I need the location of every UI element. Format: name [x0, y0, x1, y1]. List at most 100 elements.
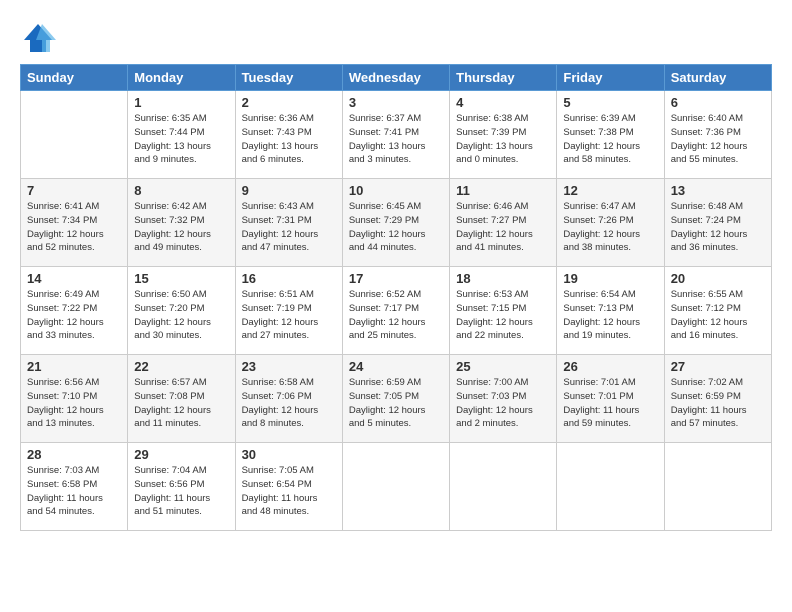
day-info: Sunrise: 6:54 AMSunset: 7:13 PMDaylight:… — [563, 288, 657, 343]
day-number: 3 — [349, 95, 443, 110]
day-cell: 5 Sunrise: 6:39 AMSunset: 7:38 PMDaylight… — [557, 91, 664, 179]
weekday-header-tuesday: Tuesday — [235, 65, 342, 91]
day-number: 17 — [349, 271, 443, 286]
day-number: 12 — [563, 183, 657, 198]
day-number: 22 — [134, 359, 228, 374]
day-cell: 16Sunrise: 6:51 AMSunset: 7:19 PMDayligh… — [235, 267, 342, 355]
day-number: 4 — [456, 95, 550, 110]
day-info: Sunrise: 6:45 AMSunset: 7:29 PMDaylight:… — [349, 200, 443, 255]
day-info: Sunrise: 7:01 AMSunset: 7:01 PMDaylight:… — [563, 376, 657, 431]
day-info: Sunrise: 6:55 AMSunset: 7:12 PMDaylight:… — [671, 288, 765, 343]
day-number: 21 — [27, 359, 121, 374]
day-info: Sunrise: 6:36 AMSunset: 7:43 PMDaylight:… — [242, 112, 336, 167]
day-number: 1 — [134, 95, 228, 110]
day-info: Sunrise: 7:05 AMSunset: 6:54 PMDaylight:… — [242, 464, 336, 519]
day-cell: 30 Sunrise: 7:05 AMSunset: 6:54 PMDayligh… — [235, 443, 342, 531]
day-info: Sunrise: 6:43 AMSunset: 7:31 PMDaylight:… — [242, 200, 336, 255]
day-number: 15 — [134, 271, 228, 286]
day-number: 11 — [456, 183, 550, 198]
week-row-2: 7Sunrise: 6:41 AMSunset: 7:34 PMDaylight… — [21, 179, 772, 267]
week-row-4: 21 Sunrise: 6:56 AMSunset: 7:10 PMDayligh… — [21, 355, 772, 443]
day-cell: 15 Sunrise: 6:50 AMSunset: 7:20 PMDayligh… — [128, 267, 235, 355]
day-info: Sunrise: 6:40 AMSunset: 7:36 PMDaylight:… — [671, 112, 765, 167]
weekday-header-thursday: Thursday — [450, 65, 557, 91]
weekday-header-monday: Monday — [128, 65, 235, 91]
day-info: Sunrise: 6:50 AMSunset: 7:20 PMDaylight:… — [134, 288, 228, 343]
day-info: Sunrise: 6:47 AMSunset: 7:26 PMDaylight:… — [563, 200, 657, 255]
day-cell: 19 Sunrise: 6:54 AMSunset: 7:13 PMDayligh… — [557, 267, 664, 355]
day-cell: 24Sunrise: 6:59 AMSunset: 7:05 PMDayligh… — [342, 355, 449, 443]
day-cell: 20 Sunrise: 6:55 AMSunset: 7:12 PMDayligh… — [664, 267, 771, 355]
day-number: 14 — [27, 271, 121, 286]
day-cell: 23 Sunrise: 6:58 AMSunset: 7:06 PMDayligh… — [235, 355, 342, 443]
weekday-header-friday: Friday — [557, 65, 664, 91]
day-info: Sunrise: 6:56 AMSunset: 7:10 PMDaylight:… — [27, 376, 121, 431]
week-row-5: 28 Sunrise: 7:03 AMSunset: 6:58 PMDayligh… — [21, 443, 772, 531]
day-info: Sunrise: 6:53 AMSunset: 7:15 PMDaylight:… — [456, 288, 550, 343]
day-cell: 2 Sunrise: 6:36 AMSunset: 7:43 PMDaylight… — [235, 91, 342, 179]
day-number: 29 — [134, 447, 228, 462]
day-cell: 8 Sunrise: 6:42 AMSunset: 7:32 PMDaylight… — [128, 179, 235, 267]
day-info: Sunrise: 6:38 AMSunset: 7:39 PMDaylight:… — [456, 112, 550, 167]
day-info: Sunrise: 7:02 AMSunset: 6:59 PMDaylight:… — [671, 376, 765, 431]
day-info: Sunrise: 6:49 AMSunset: 7:22 PMDaylight:… — [27, 288, 121, 343]
day-cell: 3 Sunrise: 6:37 AMSunset: 7:41 PMDaylight… — [342, 91, 449, 179]
day-cell: 26 Sunrise: 7:01 AMSunset: 7:01 PMDayligh… — [557, 355, 664, 443]
day-info: Sunrise: 7:04 AMSunset: 6:56 PMDaylight:… — [134, 464, 228, 519]
main-container: SundayMondayTuesdayWednesdayThursdayFrid… — [0, 0, 792, 541]
day-info: Sunrise: 6:58 AMSunset: 7:06 PMDaylight:… — [242, 376, 336, 431]
day-number: 10 — [349, 183, 443, 198]
day-number: 2 — [242, 95, 336, 110]
day-cell: 6 Sunrise: 6:40 AMSunset: 7:36 PMDaylight… — [664, 91, 771, 179]
day-number: 19 — [563, 271, 657, 286]
day-cell: 27Sunrise: 7:02 AMSunset: 6:59 PMDayligh… — [664, 355, 771, 443]
day-cell: 9Sunrise: 6:43 AMSunset: 7:31 PMDaylight… — [235, 179, 342, 267]
day-number: 25 — [456, 359, 550, 374]
day-cell — [557, 443, 664, 531]
day-number: 24 — [349, 359, 443, 374]
day-info: Sunrise: 6:35 AMSunset: 7:44 PMDaylight:… — [134, 112, 228, 167]
day-cell: 1 Sunrise: 6:35 AMSunset: 7:44 PMDaylight… — [128, 91, 235, 179]
day-info: Sunrise: 7:03 AMSunset: 6:58 PMDaylight:… — [27, 464, 121, 519]
weekday-header-wednesday: Wednesday — [342, 65, 449, 91]
day-cell — [664, 443, 771, 531]
day-info: Sunrise: 6:57 AMSunset: 7:08 PMDaylight:… — [134, 376, 228, 431]
day-cell: 29 Sunrise: 7:04 AMSunset: 6:56 PMDayligh… — [128, 443, 235, 531]
day-cell: 17 Sunrise: 6:52 AMSunset: 7:17 PMDayligh… — [342, 267, 449, 355]
day-number: 16 — [242, 271, 336, 286]
day-info: Sunrise: 6:42 AMSunset: 7:32 PMDaylight:… — [134, 200, 228, 255]
logo-icon — [20, 20, 56, 56]
day-number: 30 — [242, 447, 336, 462]
weekday-header-row: SundayMondayTuesdayWednesdayThursdayFrid… — [21, 65, 772, 91]
weekday-header-saturday: Saturday — [664, 65, 771, 91]
day-cell: 13Sunrise: 6:48 AMSunset: 7:24 PMDayligh… — [664, 179, 771, 267]
day-number: 23 — [242, 359, 336, 374]
day-info: Sunrise: 7:00 AMSunset: 7:03 PMDaylight:… — [456, 376, 550, 431]
day-cell: 7Sunrise: 6:41 AMSunset: 7:34 PMDaylight… — [21, 179, 128, 267]
week-row-1: 1 Sunrise: 6:35 AMSunset: 7:44 PMDaylight… — [21, 91, 772, 179]
day-cell: 11 Sunrise: 6:46 AMSunset: 7:27 PMDayligh… — [450, 179, 557, 267]
day-info: Sunrise: 6:41 AMSunset: 7:34 PMDaylight:… — [27, 200, 121, 255]
day-info: Sunrise: 6:46 AMSunset: 7:27 PMDaylight:… — [456, 200, 550, 255]
weekday-header-sunday: Sunday — [21, 65, 128, 91]
day-number: 5 — [563, 95, 657, 110]
day-number: 8 — [134, 183, 228, 198]
calendar-table: SundayMondayTuesdayWednesdayThursdayFrid… — [20, 64, 772, 531]
day-number: 26 — [563, 359, 657, 374]
day-cell: 21 Sunrise: 6:56 AMSunset: 7:10 PMDayligh… — [21, 355, 128, 443]
day-number: 28 — [27, 447, 121, 462]
day-info: Sunrise: 6:37 AMSunset: 7:41 PMDaylight:… — [349, 112, 443, 167]
day-number: 20 — [671, 271, 765, 286]
header — [20, 16, 772, 56]
week-row-3: 14 Sunrise: 6:49 AMSunset: 7:22 PMDayligh… — [21, 267, 772, 355]
day-cell: 4 Sunrise: 6:38 AMSunset: 7:39 PMDaylight… — [450, 91, 557, 179]
day-number: 6 — [671, 95, 765, 110]
day-info: Sunrise: 6:39 AMSunset: 7:38 PMDaylight:… — [563, 112, 657, 167]
day-number: 18 — [456, 271, 550, 286]
day-cell: 18 Sunrise: 6:53 AMSunset: 7:15 PMDayligh… — [450, 267, 557, 355]
day-cell — [342, 443, 449, 531]
day-cell: 12 Sunrise: 6:47 AMSunset: 7:26 PMDayligh… — [557, 179, 664, 267]
day-cell: 25 Sunrise: 7:00 AMSunset: 7:03 PMDayligh… — [450, 355, 557, 443]
day-info: Sunrise: 6:52 AMSunset: 7:17 PMDaylight:… — [349, 288, 443, 343]
day-cell — [21, 91, 128, 179]
